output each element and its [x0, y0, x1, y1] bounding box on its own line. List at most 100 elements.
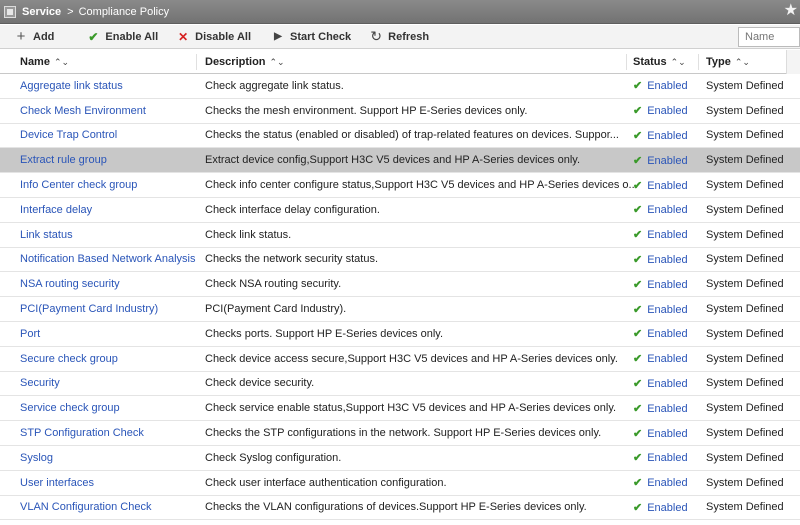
- table-row[interactable]: User interfaces Check user interface auth…: [0, 470, 800, 496]
- status-cell[interactable]: ✔ Enabled: [633, 278, 688, 291]
- policy-name-link[interactable]: Notification Based Network Analysis: [20, 253, 195, 265]
- status-cell[interactable]: ✔ Enabled: [633, 303, 688, 316]
- status-cell[interactable]: ✔ Enabled: [633, 203, 688, 216]
- policy-name-link[interactable]: User interfaces: [20, 477, 94, 489]
- disable-all-button[interactable]: ✕ Disable All: [176, 30, 251, 44]
- table-row[interactable]: Notification Based Network Analysis Check…: [0, 247, 800, 273]
- policy-description: Check device security.: [205, 377, 315, 390]
- table-row[interactable]: STP Configuration Check Checks the STP co…: [0, 421, 800, 446]
- policy-name-link[interactable]: VLAN Configuration Check: [20, 501, 151, 513]
- table-row[interactable]: Info Center check group Check info center…: [0, 173, 800, 198]
- table-row[interactable]: Security Check device security. ✔ Enabled Sy…: [0, 371, 800, 397]
- status-cell[interactable]: ✔ Enabled: [633, 501, 688, 514]
- policy-name-link[interactable]: Extract rule group: [20, 154, 107, 166]
- policy-type: System Defined: [706, 278, 784, 291]
- table-row[interactable]: NSA routing security Check NSA routing se…: [0, 272, 800, 298]
- status-label: Enabled: [647, 353, 688, 366]
- status-label: Enabled: [647, 402, 688, 415]
- policy-type: System Defined: [706, 203, 784, 216]
- policy-name-link[interactable]: Port: [20, 328, 40, 340]
- check-icon: ✔: [633, 105, 643, 118]
- policy-type: System Defined: [706, 402, 784, 415]
- status-cell[interactable]: ✔ Enabled: [633, 476, 688, 489]
- add-button[interactable]: + Add: [14, 28, 55, 45]
- table-row[interactable]: Device Trap Control Checks the status (en…: [0, 123, 800, 149]
- x-icon: ✕: [178, 29, 189, 44]
- check-icon: ✔: [633, 452, 643, 465]
- column-header-name[interactable]: Name ⌃⌄: [20, 56, 69, 68]
- policy-type: System Defined: [706, 228, 784, 241]
- breadcrumb-service[interactable]: Service: [22, 6, 61, 18]
- policy-name-link[interactable]: PCI(Payment Card Industry): [20, 303, 158, 315]
- policy-name-link[interactable]: Link status: [20, 229, 73, 241]
- plus-icon: +: [16, 28, 26, 45]
- policy-description: Checks the STP configurations in the net…: [205, 427, 602, 440]
- policy-name-link[interactable]: Interface delay: [20, 204, 92, 216]
- status-cell[interactable]: ✔ Enabled: [633, 179, 688, 192]
- add-button-label: Add: [33, 30, 55, 43]
- check-icon: ✔: [633, 402, 643, 415]
- status-cell[interactable]: ✔ Enabled: [633, 79, 688, 92]
- column-divider[interactable]: [698, 54, 699, 70]
- status-cell[interactable]: ✔ Enabled: [633, 154, 688, 167]
- title-bar: Service > Compliance Policy ★: [0, 0, 800, 24]
- column-divider[interactable]: [196, 54, 197, 70]
- status-cell[interactable]: ✔ Enabled: [633, 427, 688, 440]
- policy-name-link[interactable]: NSA routing security: [20, 278, 120, 290]
- status-label: Enabled: [647, 105, 688, 118]
- policy-name-link[interactable]: Syslog: [20, 452, 53, 464]
- policy-type: System Defined: [706, 253, 784, 266]
- table-row[interactable]: Port Checks ports. Support HP E-Series de…: [0, 321, 800, 347]
- status-label: Enabled: [647, 427, 688, 440]
- table-row[interactable]: Syslog Check Syslog configuration. ✔ Enable…: [0, 445, 800, 471]
- status-cell[interactable]: ✔ Enabled: [633, 228, 688, 241]
- status-cell[interactable]: ✔ Enabled: [633, 104, 688, 117]
- status-cell[interactable]: ✔ Enabled: [633, 253, 688, 266]
- policy-name-link[interactable]: Device Trap Control: [20, 129, 117, 141]
- policy-name-link[interactable]: Info Center check group: [20, 179, 137, 191]
- table-row[interactable]: Secure check group Check device access se…: [0, 346, 800, 372]
- status-cell[interactable]: ✔ Enabled: [633, 129, 688, 142]
- table-row[interactable]: Extract rule group Extract device config,…: [0, 148, 800, 174]
- enable-all-button[interactable]: ✔ Enable All: [86, 30, 158, 44]
- policy-type: System Defined: [706, 427, 784, 440]
- table-row[interactable]: Aggregate link status Check aggregate lin…: [0, 74, 800, 99]
- policy-name-link[interactable]: Aggregate link status: [20, 80, 123, 92]
- policy-name-link[interactable]: Secure check group: [20, 353, 118, 365]
- table-row[interactable]: PCI(Payment Card Industry) PCI(Payment Ca…: [0, 297, 800, 322]
- status-cell[interactable]: ✔ Enabled: [633, 352, 688, 365]
- check-icon: ✔: [633, 501, 643, 514]
- check-icon: ✔: [633, 204, 643, 217]
- status-cell[interactable]: ✔ Enabled: [633, 451, 688, 464]
- column-header-status[interactable]: Status ⌃⌄: [633, 56, 686, 68]
- status-cell[interactable]: ✔ Enabled: [633, 327, 688, 340]
- status-cell[interactable]: ✔ Enabled: [633, 377, 688, 390]
- table-row[interactable]: Link status Check link status. ✔ Enabled Sys…: [0, 222, 800, 248]
- policy-description: Checks the network security status.: [205, 253, 379, 266]
- check-icon: ✔: [633, 154, 643, 167]
- enable-all-label: Enable All: [105, 30, 159, 43]
- policy-description: Check interface delay configuration.: [205, 203, 380, 216]
- column-header-type[interactable]: Type ⌃⌄: [706, 56, 750, 68]
- check-icon: ✔: [633, 427, 643, 440]
- start-check-button[interactable]: ▶ Start Check: [271, 31, 351, 43]
- policy-name-link[interactable]: Check Mesh Environment: [20, 105, 146, 117]
- favorite-star-icon[interactable]: ★: [784, 3, 798, 19]
- table-row[interactable]: VLAN Configuration Check Checks the VLAN …: [0, 495, 800, 521]
- status-cell[interactable]: ✔ Enabled: [633, 402, 688, 415]
- column-header-description[interactable]: Description ⌃⌄: [205, 56, 285, 68]
- table-row[interactable]: Check Mesh Environment Checks the mesh en…: [0, 98, 800, 124]
- policy-name-link[interactable]: Security: [20, 377, 60, 389]
- refresh-button[interactable]: ↻ Refresh: [369, 28, 429, 45]
- policy-name-link[interactable]: Service check group: [20, 402, 120, 414]
- policy-name-link[interactable]: STP Configuration Check: [20, 427, 144, 439]
- sort-icon: ⌃⌄: [670, 56, 686, 67]
- table-row[interactable]: Interface delay Check interface delay con…: [0, 197, 800, 223]
- search-input[interactable]: [738, 27, 800, 47]
- policy-description: Check user interface authentication conf…: [205, 476, 447, 489]
- table-row[interactable]: Service check group Check service enable …: [0, 396, 800, 422]
- table-body: Aggregate link status Check aggregate lin…: [0, 74, 800, 521]
- check-icon: ✔: [633, 179, 643, 192]
- check-icon: ✔: [633, 129, 643, 142]
- column-divider[interactable]: [626, 54, 627, 70]
